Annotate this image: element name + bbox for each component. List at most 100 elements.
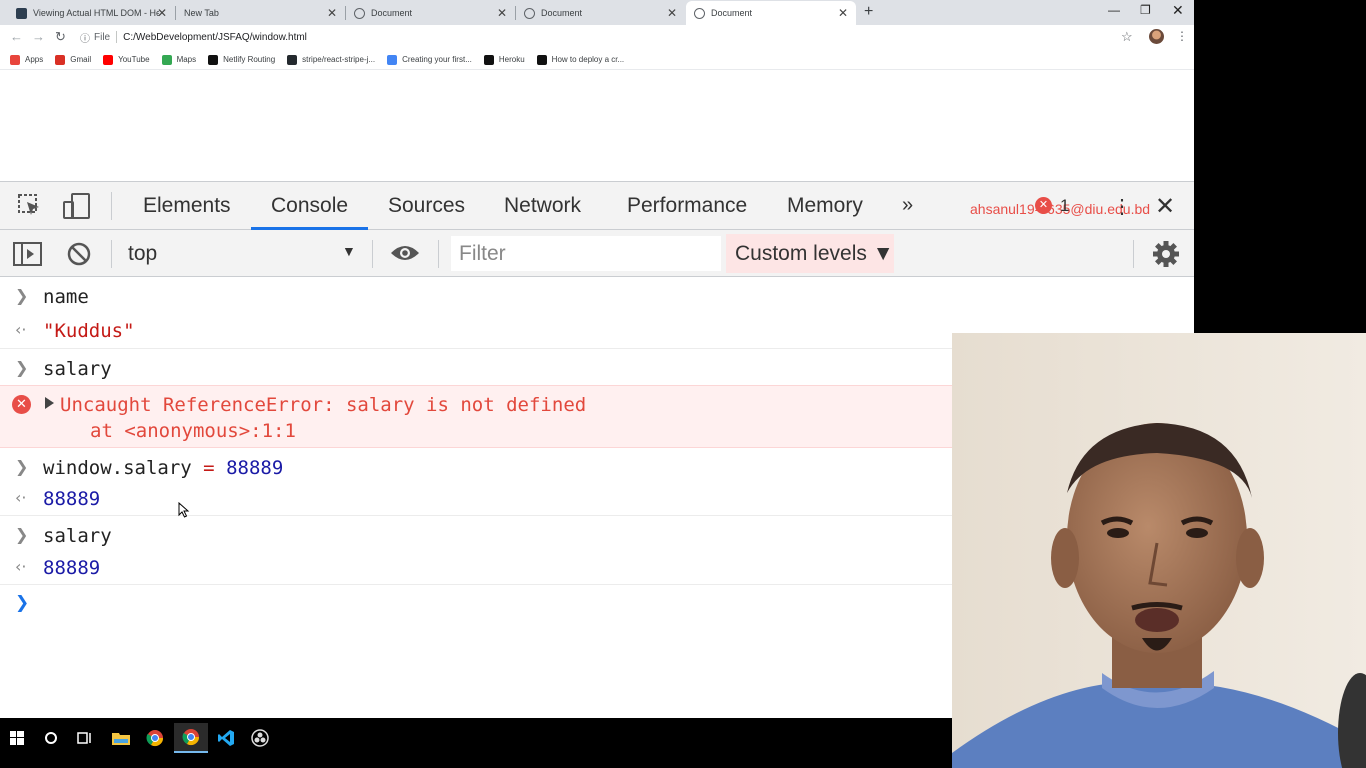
console-input-line: ❯ name [0, 277, 952, 312]
tab-strip: Viewing Actual HTML DOM - Hel ✕ New Tab … [0, 0, 1194, 25]
device-toolbar-icon[interactable] [62, 192, 92, 220]
log-levels-dropdown[interactable]: Custom levels ▼ [726, 234, 894, 273]
reload-icon[interactable]: ↻ [55, 29, 66, 45]
console-output-line: ‹· 88889 [0, 551, 952, 585]
scheme-label: File [94, 31, 111, 43]
tab-performance[interactable]: Performance [627, 194, 747, 218]
close-devtools-icon[interactable]: ✕ [1155, 192, 1175, 221]
live-expression-eye-icon[interactable] [390, 243, 420, 263]
gear-icon[interactable] [1152, 240, 1180, 268]
presenter-video-image [952, 333, 1366, 768]
heroku-icon [483, 54, 494, 65]
bookmark-item[interactable]: Heroku [483, 54, 525, 65]
search-circle-icon[interactable] [34, 723, 68, 753]
bookmark-item[interactable]: stripe/react-stripe-j... [287, 54, 375, 65]
chrome-active-icon[interactable] [174, 723, 208, 753]
task-view-icon[interactable] [68, 723, 102, 753]
bookmark-item[interactable]: Creating your first... [387, 54, 472, 65]
bookmark-item[interactable]: Netlify Routing [208, 54, 275, 65]
console-output-string: "Kuddus" [43, 320, 135, 342]
close-tab-icon[interactable]: ✕ [327, 6, 337, 20]
tab-network[interactable]: Network [504, 194, 581, 218]
chrome-menu-icon[interactable]: ⋮ [1176, 29, 1188, 43]
info-icon[interactable]: ⓘ [80, 30, 90, 45]
globe-icon [694, 7, 705, 19]
context-selector[interactable]: top [128, 242, 360, 266]
new-tab-plus-icon[interactable]: + [864, 3, 873, 21]
mouse-pointer-icon [178, 502, 190, 518]
windows-start-icon[interactable] [0, 723, 34, 753]
output-return-arrow-icon: ‹· [15, 488, 27, 507]
bookmark-label: Maps [176, 55, 197, 64]
vscode-icon[interactable] [209, 723, 243, 753]
tab-elements[interactable]: Elements [143, 194, 231, 218]
globe-icon [524, 7, 535, 19]
close-window-icon[interactable]: ✕ [1172, 2, 1184, 19]
input-chevron-icon: ❯ [15, 457, 29, 476]
error-badge-icon[interactable]: ✕ [1035, 197, 1052, 214]
apps-grid-icon [10, 54, 20, 65]
inspect-element-icon[interactable] [16, 192, 42, 218]
error-stack-text[interactable]: at <anonymous>:1:1 [90, 420, 296, 442]
back-arrow-icon[interactable]: ← [10, 29, 23, 44]
tab-title: Document [541, 8, 583, 18]
tab-console[interactable]: Console [271, 194, 348, 218]
bookmark-item[interactable]: Gmail [55, 54, 92, 65]
toolbar-divider [111, 192, 112, 220]
browser-tab[interactable]: Document ✕ [516, 1, 685, 25]
browser-tab[interactable]: Document ✕ [346, 1, 515, 25]
browser-tab[interactable]: New Tab ✕ [176, 1, 345, 25]
filterbar-divider [372, 240, 373, 268]
bookmark-item[interactable]: How to deploy a cr... [536, 54, 624, 65]
expression-lhs: window.salary [43, 457, 192, 479]
close-tab-icon[interactable]: ✕ [157, 6, 167, 20]
console-error-message: ✕ Uncaught ReferenceError: salary is not… [0, 385, 952, 448]
webcam-overlay [952, 333, 1366, 768]
bookmark-label: Gmail [70, 55, 92, 64]
input-chevron-icon: ❯ [15, 286, 29, 305]
bookmark-star-icon[interactable]: ☆ [1121, 29, 1133, 45]
close-tab-icon[interactable]: ✕ [497, 6, 507, 20]
page-favicon-icon [16, 7, 27, 19]
tab-memory[interactable]: Memory [787, 194, 863, 218]
more-tabs-chevron-icon[interactable]: » [902, 194, 913, 217]
bookmark-item[interactable]: YouTube [103, 54, 150, 65]
console-prompt-chevron-icon[interactable]: ❯ [15, 593, 29, 613]
file-explorer-icon[interactable] [104, 723, 138, 753]
address-toolbar: ← → ↻ ⓘ File C:/WebDevelopment/JSFAQ/win… [0, 25, 1194, 49]
forward-arrow-icon[interactable]: → [32, 29, 45, 44]
dropdown-arrow-icon[interactable]: ▼ [342, 243, 356, 259]
bookmark-item[interactable]: Maps [161, 54, 197, 65]
close-tab-icon[interactable]: ✕ [667, 6, 677, 20]
console-output-number: 88889 [43, 488, 101, 510]
input-chevron-icon: ❯ [15, 525, 29, 544]
address-bar[interactable]: ⓘ File C:/WebDevelopment/JSFAQ/window.ht… [80, 27, 1140, 47]
sidebar-toggle-icon[interactable] [13, 242, 42, 266]
bookmark-item[interactable]: Apps [10, 54, 43, 65]
url-text[interactable]: C:/WebDevelopment/JSFAQ/window.html [123, 32, 307, 43]
devtools-tabbar: Elements Console Sources Network Perform… [0, 182, 1194, 230]
console-input-text: name [43, 286, 89, 308]
profile-avatar[interactable] [1149, 29, 1164, 44]
tab-title: Document [371, 8, 413, 18]
browser-tab-active[interactable]: Document ✕ [686, 1, 856, 25]
devtools-menu-icon[interactable]: ⋮ [1112, 194, 1132, 219]
chrome-icon[interactable] [138, 723, 172, 753]
clear-console-icon[interactable] [66, 241, 92, 267]
filter-input[interactable] [451, 236, 721, 271]
bookmark-label: Heroku [498, 55, 525, 64]
expand-triangle-icon[interactable] [45, 397, 54, 409]
medium-icon [208, 54, 219, 65]
medium-icon [536, 54, 547, 65]
minimize-icon[interactable]: — [1108, 3, 1120, 17]
close-tab-icon[interactable]: ✕ [838, 6, 848, 20]
console-input-line: ❯ window.salary = 88889 [0, 448, 952, 482]
maximize-icon[interactable]: ❐ [1140, 3, 1151, 17]
filterbar-divider [111, 240, 112, 268]
tab-sources[interactable]: Sources [388, 194, 465, 218]
browser-tab[interactable]: Viewing Actual HTML DOM - Hel ✕ [8, 1, 175, 25]
obs-icon[interactable] [243, 723, 277, 753]
console-input-text: salary [43, 358, 112, 380]
error-count[interactable]: 1 [1060, 196, 1069, 216]
page-viewport [0, 71, 1194, 181]
